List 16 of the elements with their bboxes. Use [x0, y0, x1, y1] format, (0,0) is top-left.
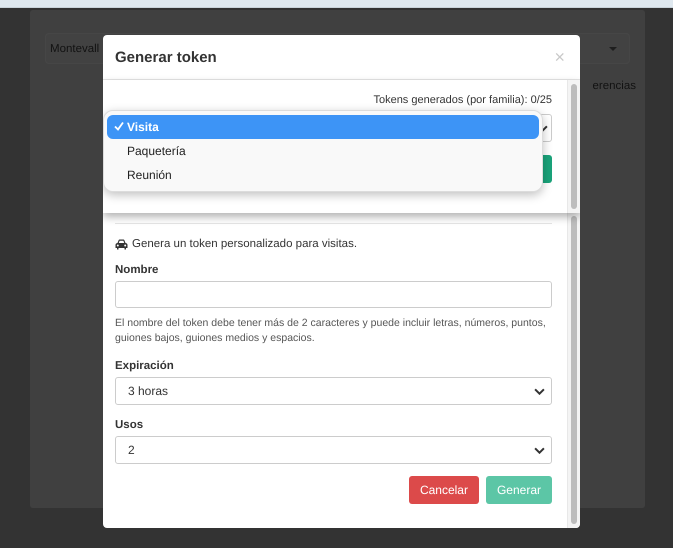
- description-text: Genera un token personalizado para visitas.: [132, 238, 358, 250]
- caret-icon: [609, 46, 617, 50]
- field-label: Usos: [115, 419, 144, 431]
- menu-option[interactable]: Paquetería: [107, 139, 539, 163]
- menu-option[interactable]: Reunión: [107, 163, 539, 187]
- cancel-button[interactable]: Cancelar: [408, 476, 479, 504]
- token-counter: Tokens generados (por familia): 0/25: [373, 94, 552, 106]
- select-field[interactable]: 3 horas: [115, 377, 552, 405]
- modal-title: Generar token: [115, 48, 217, 66]
- car-icon: [115, 238, 128, 250]
- help-text: El nombre del token debe tener más de 2 caracteres y puede incluir letras, números, puntos, guiones bajos, guiones medios y espacios.: [115, 316, 547, 346]
- scrollbar[interactable]: [567, 80, 580, 213]
- check-icon: [114, 121, 124, 131]
- select-field[interactable]: 2: [115, 436, 552, 464]
- field-label: Nombre: [115, 264, 160, 276]
- field-label: Expiración: [115, 360, 175, 372]
